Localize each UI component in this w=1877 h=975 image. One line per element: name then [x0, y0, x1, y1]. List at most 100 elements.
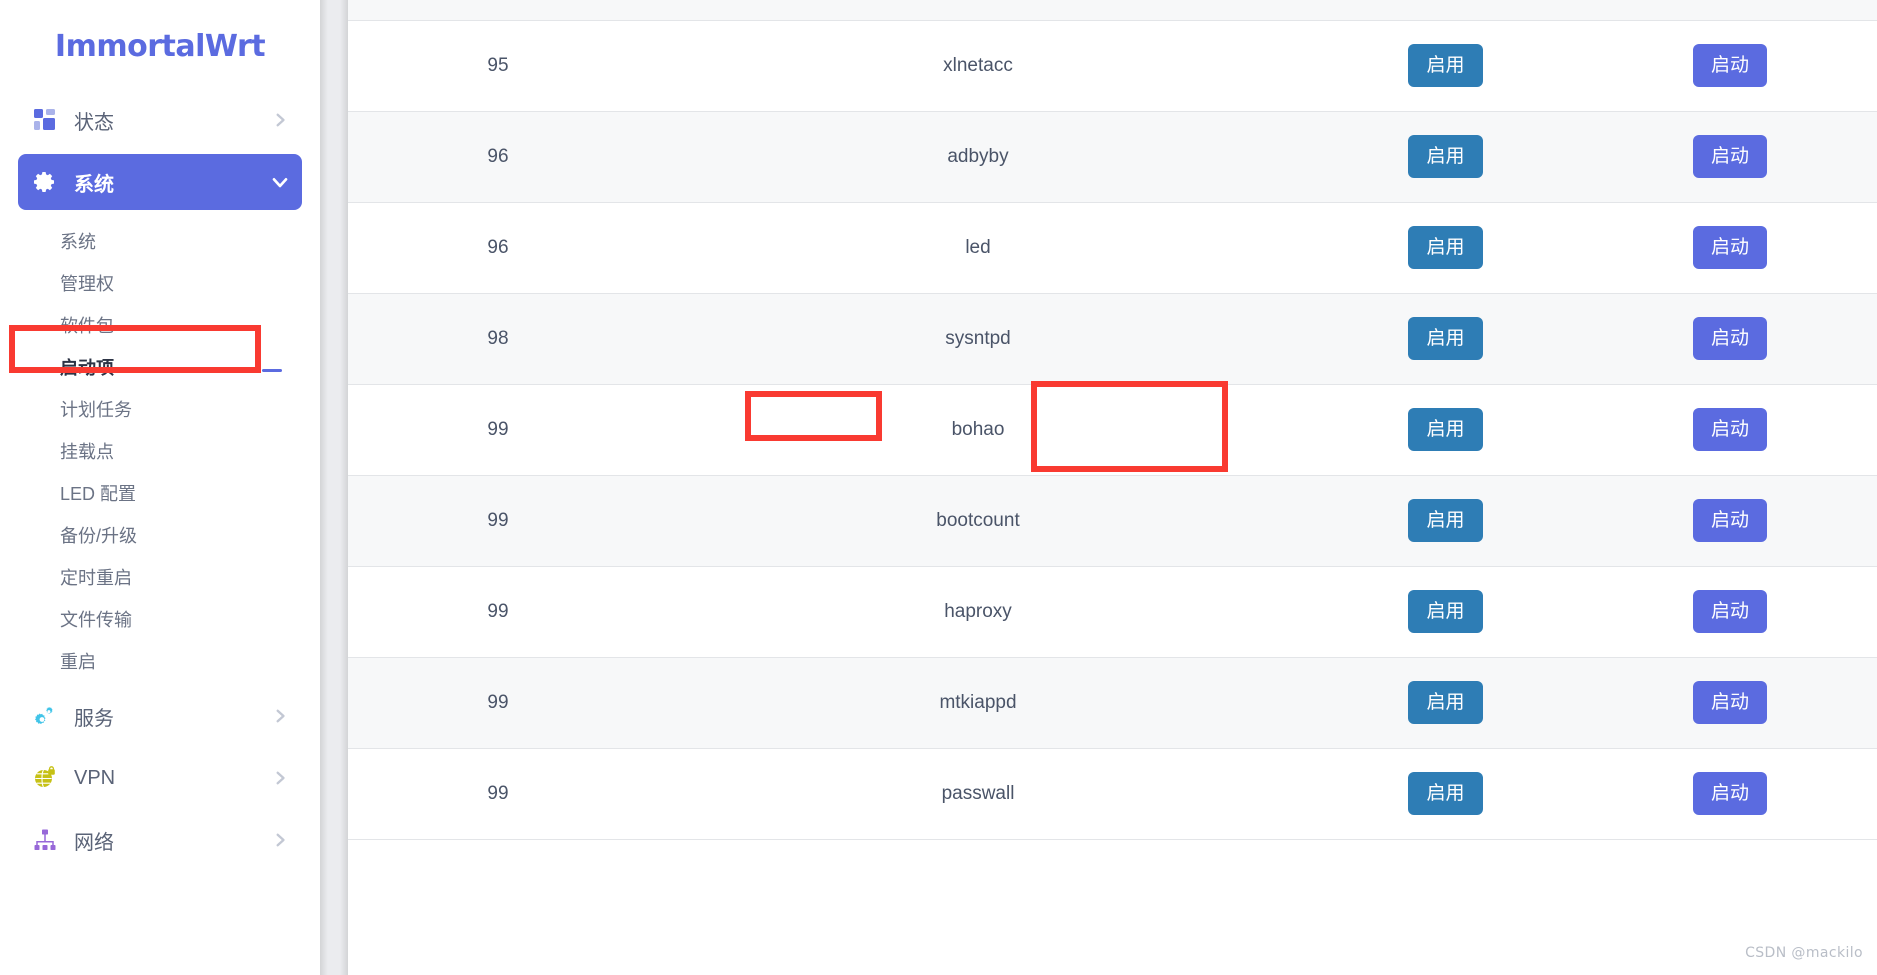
sidebar-subitem-mountpoints[interactable]: 挂载点: [0, 430, 320, 472]
startup-services-table: 95 xlnetacc 启用 启动 96 adbyby 启用 启动 96 led…: [348, 0, 1877, 840]
cell-start: 启动: [1583, 566, 1877, 658]
start-button[interactable]: 启动: [1692, 589, 1767, 634]
cell-name: mtkiappd: [648, 657, 1308, 749]
sidebar-content-divider: [320, 0, 348, 975]
sidebar-subitem-label: 软件包: [60, 316, 114, 336]
cell-enable: 启用: [1308, 293, 1583, 385]
cell-name: led: [648, 202, 1308, 294]
cell-order: 95: [348, 20, 648, 112]
sidebar-subitem-label: 系统: [60, 232, 96, 252]
sidebar-subitem-label: 备份/升级: [60, 526, 138, 546]
sidebar-subitem-reboot[interactable]: 重启: [0, 640, 320, 682]
sidebar-subitem-admin[interactable]: 管理权: [0, 262, 320, 304]
sidebar-item-vpn-label: VPN: [74, 766, 116, 789]
gear-icon: [32, 169, 58, 195]
cell-name: adbyby: [648, 111, 1308, 203]
chevron-right-icon: [272, 112, 288, 128]
cell-start: 启动: [1583, 293, 1877, 385]
cell-enable: 启用: [1308, 111, 1583, 203]
watermark: CSDN @mackilo: [1745, 945, 1863, 961]
start-button[interactable]: 启动: [1692, 225, 1767, 270]
cell-name: sysntpd: [648, 293, 1308, 385]
table-row: 96 adbyby 启用 启动: [348, 111, 1877, 203]
sidebar-subitem-led[interactable]: LED 配置: [0, 472, 320, 514]
enable-button[interactable]: 启用: [1408, 43, 1483, 88]
sidebar-subitem-label: LED 配置: [60, 484, 137, 504]
gears-icon: [32, 703, 58, 729]
enable-button[interactable]: 启用: [1408, 771, 1483, 816]
cell-name: bohao: [648, 384, 1308, 476]
enable-button[interactable]: 启用: [1408, 589, 1483, 634]
start-button[interactable]: 启动: [1692, 680, 1767, 725]
enable-button[interactable]: 启用: [1408, 134, 1483, 179]
enable-button[interactable]: 启用: [1408, 316, 1483, 361]
sidebar-subitem-label: 重启: [60, 652, 96, 672]
chevron-down-icon: [272, 174, 288, 190]
table-row: 99 bootcount 启用 启动: [348, 475, 1877, 567]
chevron-right-icon: [272, 708, 288, 724]
enable-button[interactable]: 启用: [1408, 407, 1483, 452]
start-button[interactable]: 启动: [1692, 43, 1767, 88]
sidebar-item-system[interactable]: 系统: [18, 154, 302, 210]
network-icon: [32, 827, 58, 853]
table-row: 99 passwall 启用 启动: [348, 748, 1877, 840]
sidebar-subitem-system[interactable]: 系统: [0, 220, 320, 262]
cell-order: 99: [348, 384, 648, 476]
enable-button[interactable]: 启用: [1408, 498, 1483, 543]
globe-lock-icon: [32, 765, 58, 791]
cell-enable: [1308, 0, 1583, 21]
start-button[interactable]: 启动: [1692, 498, 1767, 543]
sidebar-item-status[interactable]: 状态: [18, 92, 302, 148]
cell-enable: 启用: [1308, 475, 1583, 567]
cell-name: bootcount: [648, 475, 1308, 567]
sidebar-item-vpn[interactable]: VPN: [18, 750, 302, 806]
sidebar-subitem-crontab[interactable]: 计划任务: [0, 388, 320, 430]
cell-order: 99: [348, 748, 648, 840]
table-row: 95 xlnetacc 启用 启动: [348, 20, 1877, 112]
enable-button[interactable]: 启用: [1408, 225, 1483, 270]
start-button[interactable]: 启动: [1692, 316, 1767, 361]
cell-order: 99: [348, 657, 648, 749]
start-button[interactable]: 启动: [1692, 407, 1767, 452]
chevron-right-icon: [272, 770, 288, 786]
sidebar-subitem-label: 启动项: [60, 358, 114, 378]
cell-order: 99: [348, 475, 648, 567]
start-button[interactable]: 启动: [1692, 771, 1767, 816]
start-button[interactable]: 启动: [1692, 134, 1767, 179]
immortalwrt-admin-page: ImmortalWrt 状态 系统 系统 管理权 软件包 启动项 计划任务 挂载…: [0, 0, 1877, 975]
sidebar-subitem-label: 文件传输: [60, 610, 132, 630]
table-row: 99 haproxy 启用 启动: [348, 566, 1877, 658]
cell-start: [1583, 0, 1877, 21]
table-row: 96 led 启用 启动: [348, 202, 1877, 294]
sidebar-subitem-filetransfer[interactable]: 文件传输: [0, 598, 320, 640]
chevron-right-icon: [272, 832, 288, 848]
sidebar-item-system-label: 系统: [74, 173, 114, 196]
cell-name: passwall: [648, 748, 1308, 840]
sidebar-subitem-label: 计划任务: [60, 400, 132, 420]
enable-button[interactable]: 启用: [1408, 680, 1483, 725]
cell-order: 96: [348, 202, 648, 294]
sidebar-item-status-label: 状态: [74, 111, 114, 134]
table-row-partial: [348, 0, 1877, 21]
cell-enable: 启用: [1308, 748, 1583, 840]
active-item-underline: [262, 369, 282, 372]
sidebar-item-services[interactable]: 服务: [18, 688, 302, 744]
cell-start: 启动: [1583, 111, 1877, 203]
grid-icon: [32, 107, 58, 133]
cell-enable: 启用: [1308, 20, 1583, 112]
cell-name: [648, 0, 1308, 21]
cell-name: haproxy: [648, 566, 1308, 658]
sidebar-item-network[interactable]: 网络: [18, 812, 302, 868]
cell-enable: 启用: [1308, 202, 1583, 294]
cell-order: [348, 0, 648, 21]
sidebar-subitem-software[interactable]: 软件包: [0, 304, 320, 346]
sidebar-subitem-startup[interactable]: 启动项: [0, 346, 320, 388]
cell-enable: 启用: [1308, 566, 1583, 658]
brand-logo[interactable]: ImmortalWrt: [0, 0, 320, 92]
table-row: 98 sysntpd 启用 启动: [348, 293, 1877, 385]
brand-name: ImmortalWrt: [54, 28, 266, 64]
sidebar-subitem-backup[interactable]: 备份/升级: [0, 514, 320, 556]
sidebar-subitem-autoreboot[interactable]: 定时重启: [0, 556, 320, 598]
cell-start: 启动: [1583, 657, 1877, 749]
cell-enable: 启用: [1308, 384, 1583, 476]
